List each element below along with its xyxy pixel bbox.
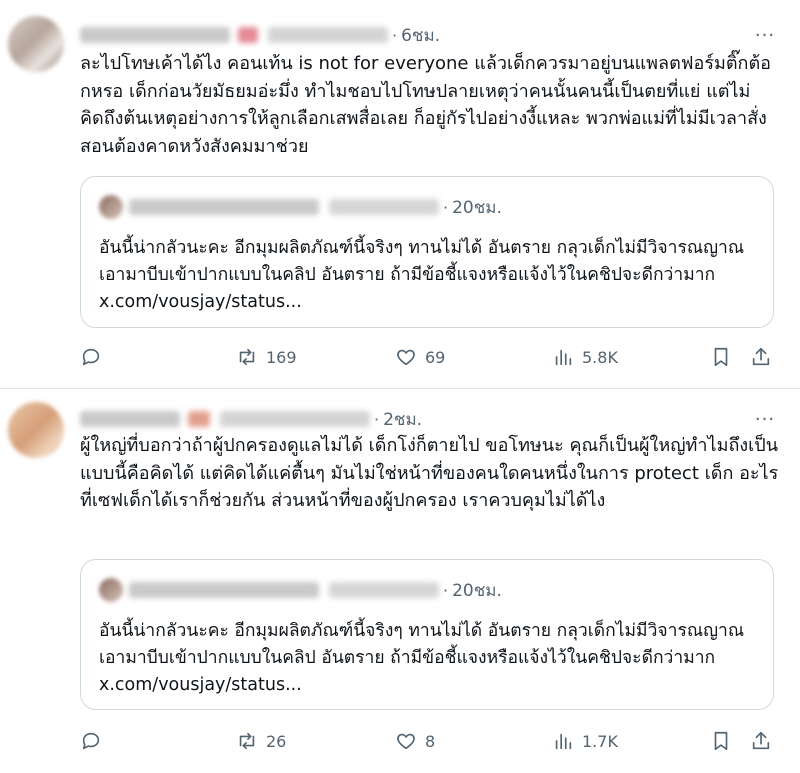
views-button[interactable]: 5.8K bbox=[552, 342, 618, 372]
tweet-time[interactable]: 6ชม. bbox=[401, 22, 440, 49]
repost-button[interactable]: 169 bbox=[236, 342, 297, 372]
reply-icon bbox=[82, 732, 100, 750]
share-icon bbox=[752, 731, 770, 750]
username-redacted[interactable] bbox=[268, 27, 388, 43]
bookmark-button[interactable] bbox=[710, 342, 732, 372]
like-button[interactable]: 8 bbox=[395, 726, 435, 756]
quote-time: 20ชม. bbox=[452, 580, 502, 601]
tweet-time[interactable]: 2ชม. bbox=[383, 406, 422, 433]
quote-username-redacted bbox=[329, 582, 439, 598]
views-icon bbox=[555, 733, 572, 750]
views-icon bbox=[555, 349, 572, 366]
reply-icon bbox=[82, 348, 100, 366]
like-button[interactable]: 69 bbox=[395, 342, 445, 372]
redacted-emoji bbox=[238, 27, 258, 43]
tweet-text: ผู้ใหญ่ที่บอกว่าถ้าผู้ปกครองดูแลไม่ได้ เ… bbox=[80, 435, 779, 511]
quote-avatar bbox=[99, 578, 123, 602]
quote-avatar bbox=[99, 195, 123, 219]
reply-button[interactable] bbox=[80, 726, 102, 756]
bookmark-icon bbox=[714, 347, 728, 367]
views-count: 5.8K bbox=[582, 347, 618, 367]
quote-name-redacted bbox=[129, 199, 319, 215]
repost-icon bbox=[239, 732, 255, 750]
quote-header: · 20ชม. bbox=[99, 195, 502, 219]
quoted-tweet[interactable]: · 20ชม. อันนี้น่ากลัวนะคะ อีกมุมผลิตภัณฑ… bbox=[80, 559, 774, 710]
bookmark-button[interactable] bbox=[710, 726, 732, 756]
heart-icon bbox=[397, 349, 415, 366]
share-icon bbox=[752, 347, 770, 366]
tweet-text: ละไปโทษเค้าได้ไง คอนเท้น is not for ever… bbox=[80, 53, 771, 157]
quote-text: อันนี้น่ากลัวนะคะ อีกมุมผลิตภัณฑ์นี้จริง… bbox=[99, 238, 745, 312]
like-count: 8 bbox=[425, 731, 436, 751]
tweet[interactable]: · 6ชม. ··· ละไปโทษเค้าได้ไง คอนเท้น is n… bbox=[0, 0, 800, 388]
bookmark-icon bbox=[714, 731, 728, 751]
tweet[interactable]: · 2ชม. ··· ผู้ใหญ่ที่บอกว่าถ้าผู้ปกครองด… bbox=[0, 388, 800, 773]
quote-username-redacted bbox=[329, 199, 439, 215]
repost-icon bbox=[239, 348, 255, 366]
separator-dot: · bbox=[392, 25, 398, 45]
like-count: 69 bbox=[425, 347, 446, 367]
more-options-icon[interactable]: ··· bbox=[752, 22, 778, 48]
repost-count: 26 bbox=[266, 731, 287, 751]
separator-dot: · bbox=[443, 197, 449, 217]
tweet-actions: 169 69 5.8K bbox=[80, 342, 780, 372]
tweet-header: · 2ชม. bbox=[80, 406, 422, 432]
share-button[interactable] bbox=[750, 342, 772, 372]
tweet-actions: 26 8 1.7K bbox=[80, 726, 780, 756]
repost-button[interactable]: 26 bbox=[236, 726, 286, 756]
display-name-redacted[interactable] bbox=[80, 411, 180, 427]
views-count: 1.7K bbox=[582, 731, 618, 751]
quote-text: อันนี้น่ากลัวนะคะ อีกมุมผลิตภัณฑ์นี้จริง… bbox=[99, 621, 745, 695]
views-button[interactable]: 1.7K bbox=[552, 726, 618, 756]
more-options-icon[interactable]: ··· bbox=[752, 406, 778, 432]
share-button[interactable] bbox=[750, 726, 772, 756]
avatar[interactable] bbox=[8, 402, 64, 458]
display-name-redacted[interactable] bbox=[80, 27, 230, 43]
reply-button[interactable] bbox=[80, 342, 102, 372]
username-redacted[interactable] bbox=[220, 411, 370, 427]
quoted-tweet[interactable]: · 20ชม. อันนี้น่ากลัวนะคะ อีกมุมผลิตภัณฑ… bbox=[80, 176, 774, 328]
redacted-emoji bbox=[188, 411, 210, 427]
quote-time: 20ชม. bbox=[452, 197, 502, 218]
repost-count: 169 bbox=[266, 347, 297, 367]
tweet-header: · 6ชม. bbox=[80, 22, 440, 48]
heart-icon bbox=[397, 733, 415, 750]
avatar[interactable] bbox=[8, 16, 64, 72]
separator-dot: · bbox=[374, 409, 380, 429]
quote-header: · 20ชม. bbox=[99, 578, 502, 602]
quote-name-redacted bbox=[129, 582, 319, 598]
separator-dot: · bbox=[443, 580, 449, 600]
